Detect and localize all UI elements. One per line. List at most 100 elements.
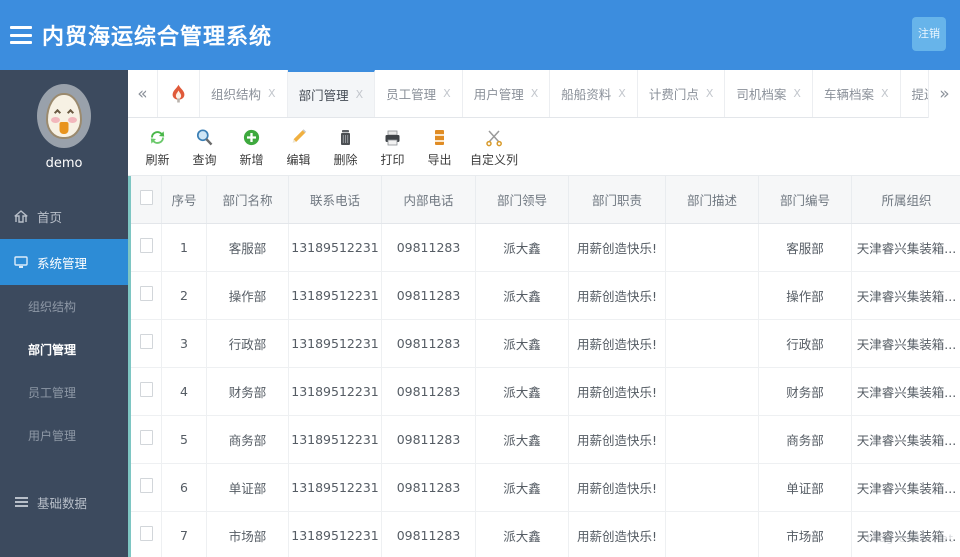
tab-bar: « 组织结构 X 部门管理 X 员工管理 X 用户管理 X 船船资料 X 计费门…	[128, 70, 960, 118]
select-all-cell[interactable]	[128, 176, 162, 224]
row-checkbox-cell[interactable]	[128, 223, 162, 272]
row-checkbox-cell[interactable]	[128, 415, 162, 464]
table-row[interactable]: 5 商务部 13189512231 09811283 派大鑫 用薪创造快乐! 商…	[128, 415, 960, 464]
sidebar-subitem-employee-management[interactable]: 员工管理	[0, 371, 128, 414]
sidebar-subitem-user-management[interactable]: 用户管理	[0, 414, 128, 457]
close-icon[interactable]: X	[618, 87, 626, 100]
search-icon	[195, 124, 214, 150]
sidebar-subitem-org-structure[interactable]: 组织结构	[0, 285, 128, 328]
add-icon	[242, 124, 261, 150]
row-checkbox-cell[interactable]	[128, 463, 162, 512]
column-header-dept-leader[interactable]: 部门领导	[475, 176, 569, 224]
close-icon[interactable]: X	[268, 87, 276, 100]
edit-pencil-icon	[289, 124, 308, 150]
cell-dept-leader: 派大鑫	[475, 271, 569, 320]
tab-billing-point[interactable]: 计费门点 X	[638, 70, 726, 117]
logout-button[interactable]: 注销	[912, 17, 946, 51]
tab-label: 用户管理	[473, 87, 524, 102]
tab-user-management[interactable]: 用户管理 X	[463, 70, 551, 117]
tab-driver-records[interactable]: 司机档案 X	[725, 70, 813, 117]
tab-department-management[interactable]: 部门管理 X	[287, 70, 376, 117]
printer-icon	[383, 124, 402, 150]
cell-dept-no: 单证部	[758, 463, 852, 512]
checkbox-icon[interactable]	[139, 430, 153, 445]
list-icon	[12, 497, 30, 507]
row-checkbox-cell[interactable]	[128, 511, 162, 557]
export-label: 导出	[427, 153, 452, 167]
column-header-index[interactable]: 序号	[161, 176, 207, 224]
row-checkbox-cell[interactable]	[128, 271, 162, 320]
cell-internal-phone: 09811283	[381, 367, 476, 416]
column-header-internal-phone[interactable]: 内部电话	[381, 176, 476, 224]
column-header-dept-no[interactable]: 部门编号	[758, 176, 852, 224]
delete-button[interactable]: 删除	[322, 122, 369, 168]
table-row[interactable]: 2 操作部 13189512231 09811283 派大鑫 用薪创造快乐! 操…	[128, 271, 960, 320]
avatar[interactable]	[37, 84, 91, 148]
sidebar-item-home[interactable]: 首页	[0, 193, 128, 239]
sidebar-subitem-department-management[interactable]: 部门管理	[0, 328, 128, 371]
cell-org: 天津睿兴集装箱...	[851, 271, 960, 320]
checkbox-icon[interactable]	[139, 190, 153, 206]
monitor-icon	[12, 255, 30, 269]
cell-dept-name: 商务部	[206, 415, 289, 464]
add-button[interactable]: 新增	[228, 122, 275, 168]
column-header-dept-duty[interactable]: 部门职责	[568, 176, 666, 224]
double-chevron-left-icon[interactable]: «	[128, 70, 158, 117]
cell-dept-duty: 用薪创造快乐!	[568, 367, 666, 416]
cell-dept-desc	[665, 223, 759, 272]
cell-dept-leader: 派大鑫	[475, 223, 569, 272]
table-row[interactable]: 4 财务部 13189512231 09811283 派大鑫 用薪创造快乐! 财…	[128, 367, 960, 416]
tab-label: 计费门点	[648, 87, 699, 102]
cell-dept-duty: 用薪创造快乐!	[568, 463, 666, 512]
close-icon[interactable]: X	[531, 87, 539, 100]
tab-vehicle-records[interactable]: 车辆档案 X	[813, 70, 901, 117]
tab-ship-data[interactable]: 船船资料 X	[550, 70, 638, 117]
table-row[interactable]: 3 行政部 13189512231 09811283 派大鑫 用薪创造快乐! 行…	[128, 319, 960, 368]
sidebar-item-system-management[interactable]: 系统管理	[0, 239, 128, 285]
custom-columns-button[interactable]: 自定义列	[463, 122, 525, 168]
tab-org-structure[interactable]: 组织结构 X	[200, 70, 288, 117]
search-button[interactable]: 查询	[181, 122, 228, 168]
checkbox-icon[interactable]	[139, 382, 153, 397]
cell-dept-duty: 用薪创造快乐!	[568, 415, 666, 464]
cell-dept-duty: 用薪创造快乐!	[568, 511, 666, 557]
cell-index: 7	[161, 511, 207, 557]
cell-dept-name: 操作部	[206, 271, 289, 320]
edit-label: 编辑	[286, 153, 311, 167]
scissors-icon	[485, 124, 504, 150]
table-body: 1 客服部 13189512231 09811283 派大鑫 用薪创造快乐! 客…	[128, 223, 960, 557]
checkbox-icon[interactable]	[139, 238, 153, 253]
cell-dept-no: 市场部	[758, 511, 852, 557]
checkbox-icon[interactable]	[139, 478, 153, 493]
column-header-org[interactable]: 所属组织	[851, 176, 960, 224]
print-button[interactable]: 打印	[369, 122, 416, 168]
refresh-button[interactable]: 刷新	[134, 122, 181, 168]
column-header-dept-desc[interactable]: 部门描述	[665, 176, 759, 224]
column-header-contact-phone[interactable]: 联系电话	[288, 176, 382, 224]
row-checkbox-cell[interactable]	[128, 367, 162, 416]
export-button[interactable]: 导出	[416, 122, 463, 168]
checkbox-icon[interactable]	[139, 286, 153, 301]
row-checkbox-cell[interactable]	[128, 319, 162, 368]
cell-org: 天津睿兴集装箱...	[851, 223, 960, 272]
table-row[interactable]: 7 市场部 13189512231 09811283 派大鑫 用薪创造快乐! 市…	[128, 511, 960, 557]
close-icon[interactable]: X	[706, 87, 714, 100]
column-header-dept-name[interactable]: 部门名称	[206, 176, 289, 224]
close-icon[interactable]: X	[793, 87, 801, 100]
close-icon[interactable]: X	[356, 88, 364, 101]
hamburger-icon[interactable]	[10, 26, 32, 44]
checkbox-icon[interactable]	[139, 526, 153, 541]
cell-dept-name: 行政部	[206, 319, 289, 368]
tab-employee-management[interactable]: 员工管理 X	[375, 70, 463, 117]
top-header: 内贸海运综合管理系统 注销	[0, 0, 960, 70]
cell-dept-no: 财务部	[758, 367, 852, 416]
double-chevron-right-icon[interactable]: »	[928, 70, 960, 118]
checkbox-icon[interactable]	[139, 334, 153, 349]
close-icon[interactable]: X	[881, 87, 889, 100]
table-row[interactable]: 6 单证部 13189512231 09811283 派大鑫 用薪创造快乐! 单…	[128, 463, 960, 512]
edit-button[interactable]: 编辑	[275, 122, 322, 168]
close-icon[interactable]: X	[443, 87, 451, 100]
flame-icon[interactable]	[158, 70, 200, 117]
sidebar-item-basic-data[interactable]: 基础数据	[0, 479, 128, 525]
table-row[interactable]: 1 客服部 13189512231 09811283 派大鑫 用薪创造快乐! 客…	[128, 223, 960, 272]
